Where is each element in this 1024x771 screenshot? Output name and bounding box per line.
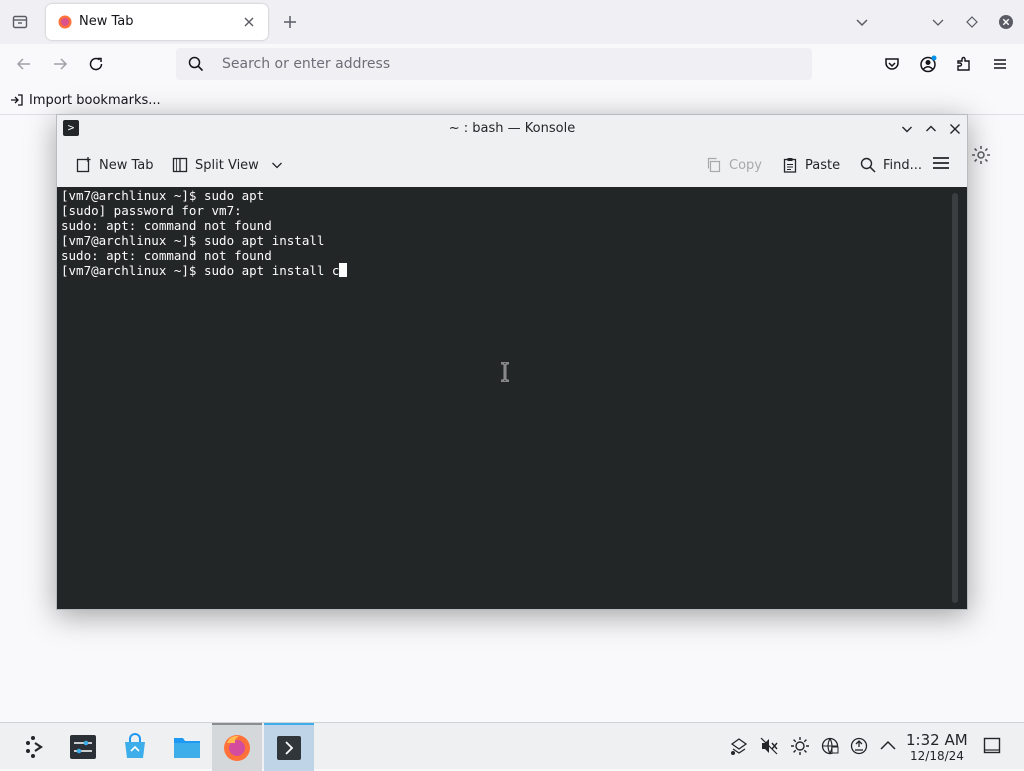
copy-icon — [705, 156, 723, 174]
text-cursor-ibeam-icon — [500, 362, 510, 382]
new-tab-button[interactable]: New Tab — [71, 151, 158, 179]
system-settings-icon[interactable] — [58, 725, 108, 769]
show-desktop-icon[interactable] — [982, 736, 1002, 756]
tab-title: New Tab — [79, 14, 134, 29]
firefox-icon[interactable] — [212, 723, 262, 771]
paste-button[interactable]: Paste — [777, 151, 844, 179]
tab-list-icon[interactable] — [6, 8, 34, 36]
firefox-favicon-icon — [58, 15, 72, 29]
gear-icon[interactable] — [970, 144, 992, 166]
forward-arrow-icon[interactable] — [46, 50, 74, 78]
import-bookmarks-label: Import bookmarks... — [29, 92, 161, 108]
konsole-titlebar[interactable]: > ~ : bash — Konsole — [57, 115, 967, 143]
app-menu-hamburger-icon[interactable] — [986, 50, 1014, 78]
new-tab-plus-icon[interactable] — [276, 8, 304, 36]
network-globe-icon[interactable] — [819, 735, 841, 757]
terminal-view[interactable]: [vm7@archlinux ~]$ sudo apt [sudo] passw… — [57, 187, 967, 609]
address-placeholder: Search or enter address — [222, 56, 391, 72]
terminal-output: [vm7@archlinux ~]$ sudo apt [sudo] passw… — [61, 188, 348, 278]
account-icon[interactable] — [914, 50, 942, 78]
volume-muted-icon[interactable] — [758, 735, 780, 757]
chevron-down-icon[interactable] — [271, 159, 283, 171]
new-tab-icon — [75, 156, 93, 174]
close-icon[interactable] — [945, 119, 965, 139]
clock-time[interactable]: 1:32 AM — [906, 731, 968, 749]
discover-store-icon[interactable] — [110, 725, 160, 769]
import-icon — [10, 93, 24, 107]
terminal-prompt-line: [vm7@archlinux ~]$ sudo apt install c — [61, 263, 348, 278]
minimize-window-icon[interactable] — [924, 8, 952, 36]
find-button[interactable]: Find... — [855, 151, 926, 179]
terminal-line: [vm7@archlinux ~]$ sudo apt — [61, 188, 265, 203]
paste-label: Paste — [805, 157, 841, 173]
brightness-icon[interactable] — [789, 735, 811, 757]
terminal-line: [vm7@archlinux ~]$ sudo apt install — [61, 233, 325, 248]
konsole-icon[interactable] — [264, 723, 314, 771]
new-tab-label: New Tab — [99, 157, 154, 173]
search-icon — [859, 156, 877, 174]
browser-tab-bar: New Tab — [0, 0, 1024, 44]
list-all-tabs-chevron-icon[interactable] — [848, 8, 876, 36]
split-view-icon — [171, 156, 189, 174]
reload-icon[interactable] — [82, 50, 110, 78]
bookmarks-toolbar: Import bookmarks... — [0, 86, 1024, 115]
split-view-button[interactable]: Split View — [167, 151, 287, 179]
clock-date[interactable]: 12/18/24 — [910, 749, 964, 763]
minimize-chevron-icon[interactable] — [897, 119, 917, 139]
taskbar-panel: 1:32 AM 12/18/24 — [0, 722, 1024, 771]
extensions-puzzle-icon[interactable] — [950, 50, 978, 78]
network-icon[interactable] — [728, 735, 750, 757]
konsole-window: > ~ : bash — Konsole New Tab Split View — [56, 114, 968, 610]
address-bar[interactable]: Search or enter address — [176, 48, 812, 80]
import-bookmarks-button[interactable]: Import bookmarks... — [10, 90, 161, 110]
browser-nav-bar: Search or enter address — [0, 44, 1024, 86]
terminal-line: [sudo] password for vm7: — [61, 203, 242, 218]
find-label: Find... — [883, 157, 923, 173]
window-title: ~ : bash — Konsole — [448, 121, 576, 136]
terminal-cursor — [339, 263, 348, 277]
hamburger-menu-icon[interactable] — [931, 153, 951, 173]
expand-tray-chevron-icon[interactable] — [877, 735, 899, 757]
maximize-chevron-icon[interactable] — [921, 119, 941, 139]
close-tab-icon[interactable] — [236, 9, 262, 35]
back-arrow-icon[interactable] — [10, 50, 38, 78]
maximize-window-icon[interactable] — [958, 8, 986, 36]
terminal-line: sudo: apt: command not found — [61, 248, 272, 263]
copy-button[interactable]: Copy — [701, 151, 766, 179]
paste-clipboard-icon — [781, 156, 799, 174]
tab-new-tab[interactable]: New Tab — [46, 4, 268, 40]
konsole-toolbar: New Tab Split View Copy Paste Find... — [57, 143, 967, 187]
terminal-scrollbar[interactable] — [952, 193, 958, 603]
application-launcher-icon[interactable] — [8, 725, 58, 769]
updates-icon[interactable] — [848, 735, 870, 757]
terminal-line: sudo: apt: command not found — [61, 218, 272, 233]
close-window-icon[interactable] — [992, 8, 1020, 36]
pocket-icon[interactable] — [878, 50, 906, 78]
copy-label: Copy — [729, 157, 762, 173]
file-manager-folder-icon[interactable] — [162, 725, 212, 769]
search-icon — [188, 56, 204, 72]
terminal-input-text: [vm7@archlinux ~]$ sudo apt install c — [61, 263, 340, 278]
split-view-label: Split View — [195, 157, 259, 173]
